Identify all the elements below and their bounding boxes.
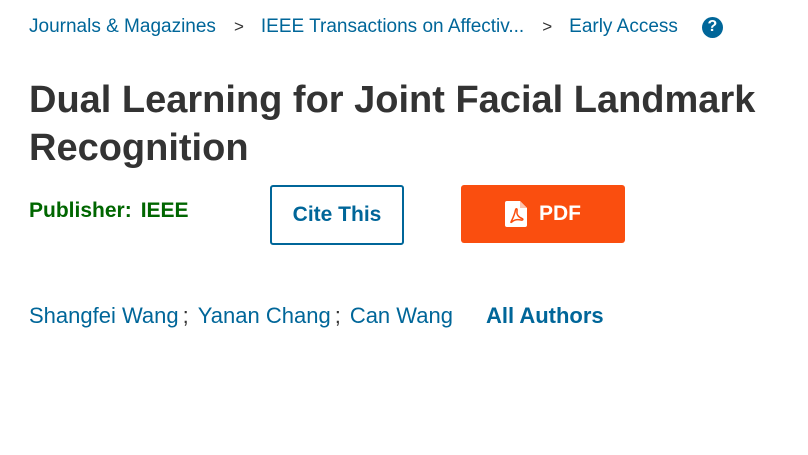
publisher-name: IEEE: [140, 199, 189, 222]
breadcrumb: Journals & Magazines > IEEE Transactions…: [29, 14, 723, 40]
all-authors-link[interactable]: All Authors: [486, 303, 604, 329]
page-title-line-1: Dual Learning for Joint Facial Landmark: [29, 79, 756, 121]
pdf-button-label: PDF: [539, 202, 581, 225]
page-title-line-2: Recognition: [29, 127, 249, 169]
author-list: Shangfei Wang ; Yanan Chang ; Can Wang A…: [29, 303, 604, 329]
breadcrumb-journals-magazines[interactable]: Journals & Magazines: [29, 16, 216, 38]
breadcrumb-journal[interactable]: IEEE Transactions on Affectiv...: [261, 16, 524, 38]
page-title: Dual Learning for Joint Facial Landmark …: [29, 76, 808, 172]
breadcrumb-separator: >: [233, 17, 244, 36]
author-separator: ;: [334, 303, 341, 328]
publisher-info: Publisher: IEEE: [29, 199, 189, 223]
help-icon[interactable]: ?: [701, 16, 723, 38]
cite-this-button[interactable]: Cite This: [270, 185, 404, 245]
author-link[interactable]: Can Wang: [350, 303, 453, 329]
pdf-button[interactable]: PDF: [461, 185, 625, 243]
author-link[interactable]: Shangfei Wang: [29, 303, 179, 329]
breadcrumb-early-access[interactable]: Early Access: [569, 16, 678, 38]
pdf-file-icon: [505, 201, 527, 227]
publisher-label: Publisher:: [29, 199, 132, 222]
author-separator: ;: [182, 303, 189, 328]
author-link[interactable]: Yanan Chang: [198, 303, 331, 329]
breadcrumb-separator: >: [542, 17, 553, 36]
